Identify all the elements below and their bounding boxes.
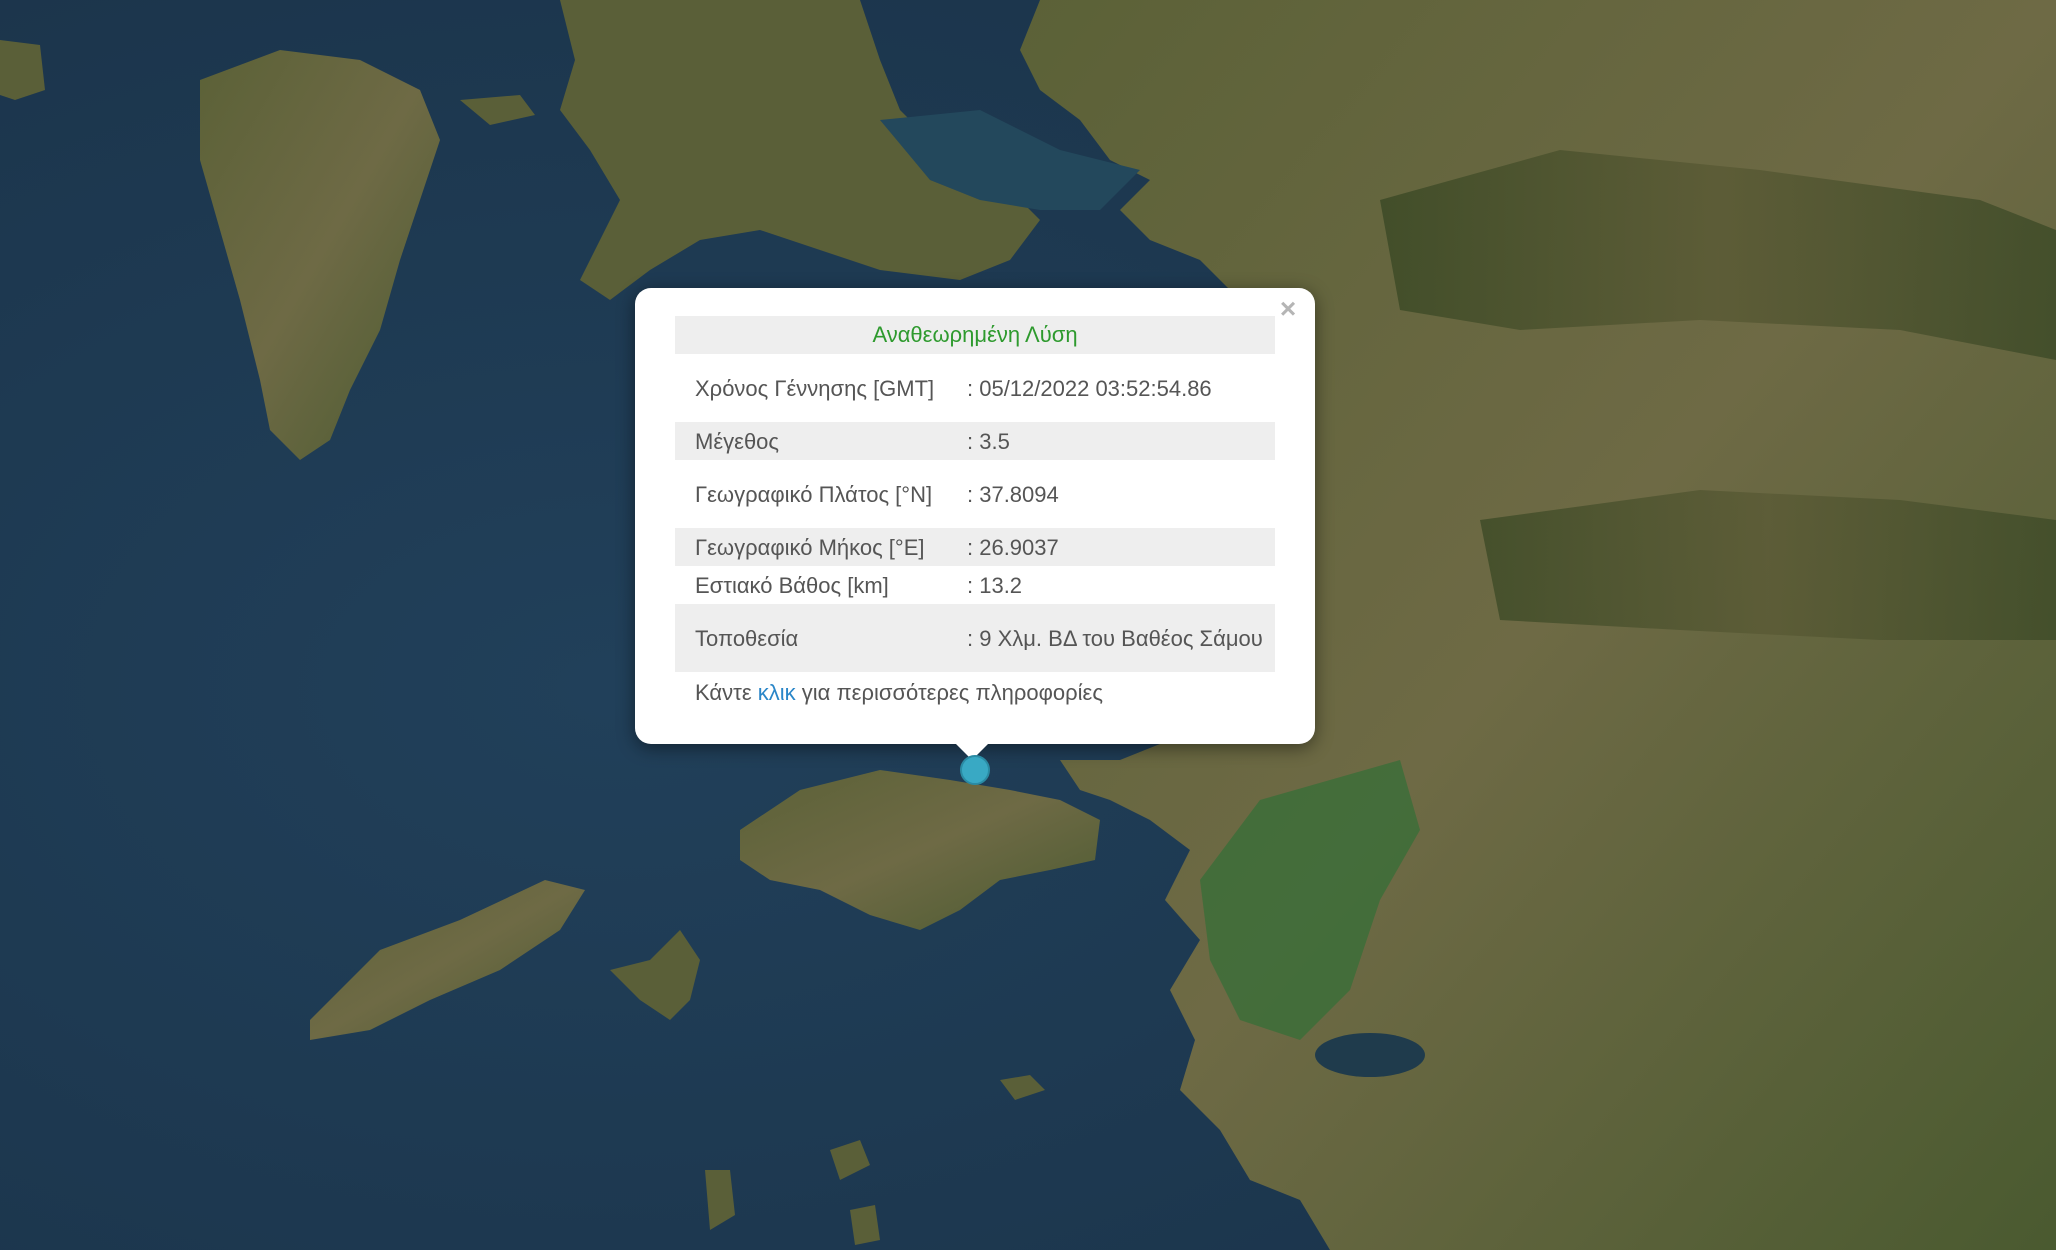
info-label: Γεωγραφικό Πλάτος [°N] (695, 481, 933, 507)
info-row-longitude: Γεωγραφικό Μήκος [°E] : 26.9037 (675, 528, 1275, 566)
close-popup-button[interactable]: × (1273, 294, 1303, 324)
info-value: : 9 Χλμ. ΒΔ του Βαθέος Σάμου (967, 625, 1263, 651)
earthquake-marker[interactable] (960, 755, 990, 785)
info-row-depth: Εστιακό Βάθος [km] : 13.2 (675, 566, 1275, 604)
info-label: Χρόνος Γέννησης [GMT] (695, 375, 935, 401)
info-row-origin-time: Χρόνος Γέννησης [GMT] : 05/12/2022 03:52… (675, 354, 1275, 422)
popup-title: Αναθεωρημένη Λύση (675, 316, 1275, 354)
mountain-ridge-south (1480, 490, 2056, 640)
earthquake-info-table: Χρόνος Γέννησης [GMT] : 05/12/2022 03:52… (675, 354, 1275, 672)
info-value: : 37.8094 (967, 481, 1059, 507)
more-info-prefix: Κάντε (695, 680, 752, 705)
info-label: Μέγεθος (695, 428, 780, 454)
earthquake-popup: × Αναθεωρημένη Λύση Χρόνος Γέννησης [GMT… (635, 288, 1315, 744)
info-value: : 3.5 (967, 428, 1010, 454)
more-info-link[interactable]: κλικ (758, 680, 796, 705)
info-label: Τοποθεσία (695, 625, 799, 651)
more-info-text: Κάντε κλικ για περισσότερες πληροφορίες (675, 672, 1275, 710)
popup-content: Αναθεωρημένη Λύση Χρόνος Γέννησης [GMT] … (675, 316, 1275, 710)
island-south-4 (850, 1205, 880, 1245)
island-small-west (0, 40, 45, 100)
info-value: : 13.2 (967, 572, 1023, 598)
info-value: : 26.9037 (967, 534, 1059, 560)
lake (1315, 1033, 1425, 1077)
info-row-location: Τοποθεσία : 9 Χλμ. ΒΔ του Βαθέος Σάμου (675, 604, 1275, 672)
info-value: : 05/12/2022 03:52:54.86 (967, 375, 1212, 401)
info-label: Γεωγραφικό Μήκος [°E] (695, 534, 925, 560)
info-label: Εστιακό Βάθος [km] (695, 572, 889, 598)
more-info-suffix: για περισσότερες πληροφορίες (801, 680, 1103, 705)
info-row-latitude: Γεωγραφικό Πλάτος [°N] : 37.8094 (675, 460, 1275, 528)
info-row-magnitude: Μέγεθος : 3.5 (675, 422, 1275, 460)
